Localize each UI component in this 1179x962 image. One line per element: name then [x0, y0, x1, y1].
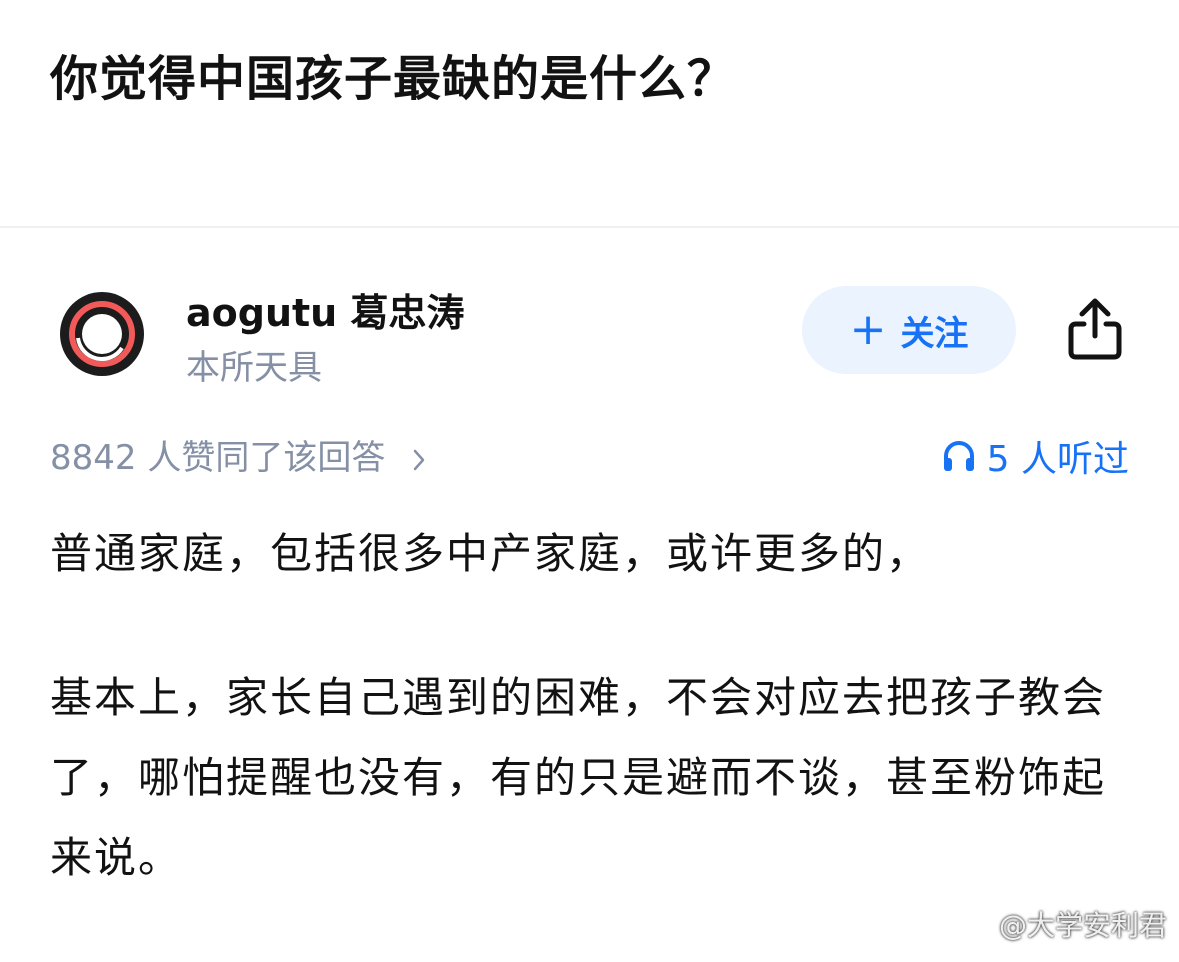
upvote-count-link[interactable]: 8842 人赞同了该回答 — [50, 430, 432, 479]
chevron-right-icon — [413, 449, 425, 470]
author-row: aogutu 葛忠涛 本所天具 + 关注 — [0, 270, 1179, 400]
answer-paragraph: 基本上，家长自己遇到的困难，不会对应去把孩子教会了，哪怕提醒也没有，有的只是避而… — [50, 673, 1107, 882]
watermark: @大学安利君 — [953, 904, 1167, 944]
author-bio: 本所天具 — [186, 348, 322, 388]
upvote-text: 8842 人赞同了该回答 — [50, 438, 386, 478]
follow-label: 关注 — [900, 313, 969, 354]
divider — [0, 226, 1179, 228]
follow-button[interactable]: + 关注 — [802, 286, 1016, 374]
answer-body[interactable]: 普通家庭，包括很多中产家庭，或许更多的， 基本上，家长自己遇到的困难，不会对应去… — [50, 514, 1130, 962]
meta-row: 8842 人赞同了该回答 5 人听过 — [0, 426, 1179, 482]
share-icon[interactable] — [1066, 296, 1124, 362]
headphone-icon — [943, 441, 974, 471]
weibo-logo-icon — [953, 911, 992, 939]
avatar[interactable] — [58, 290, 146, 378]
listened-link[interactable]: 5 人听过 — [941, 430, 1129, 482]
author-name[interactable]: aogutu 葛忠涛 — [186, 282, 464, 337]
plus-icon: + — [849, 304, 887, 355]
answer-paragraph: 普通家庭，包括很多中产家庭，或许更多的， — [50, 529, 931, 578]
question-title: 你觉得中国孩子最缺的是什么？ — [50, 51, 737, 107]
watermark-text: @大学安利君 — [998, 909, 1167, 942]
listened-text: 5 人听过 — [986, 439, 1129, 480]
